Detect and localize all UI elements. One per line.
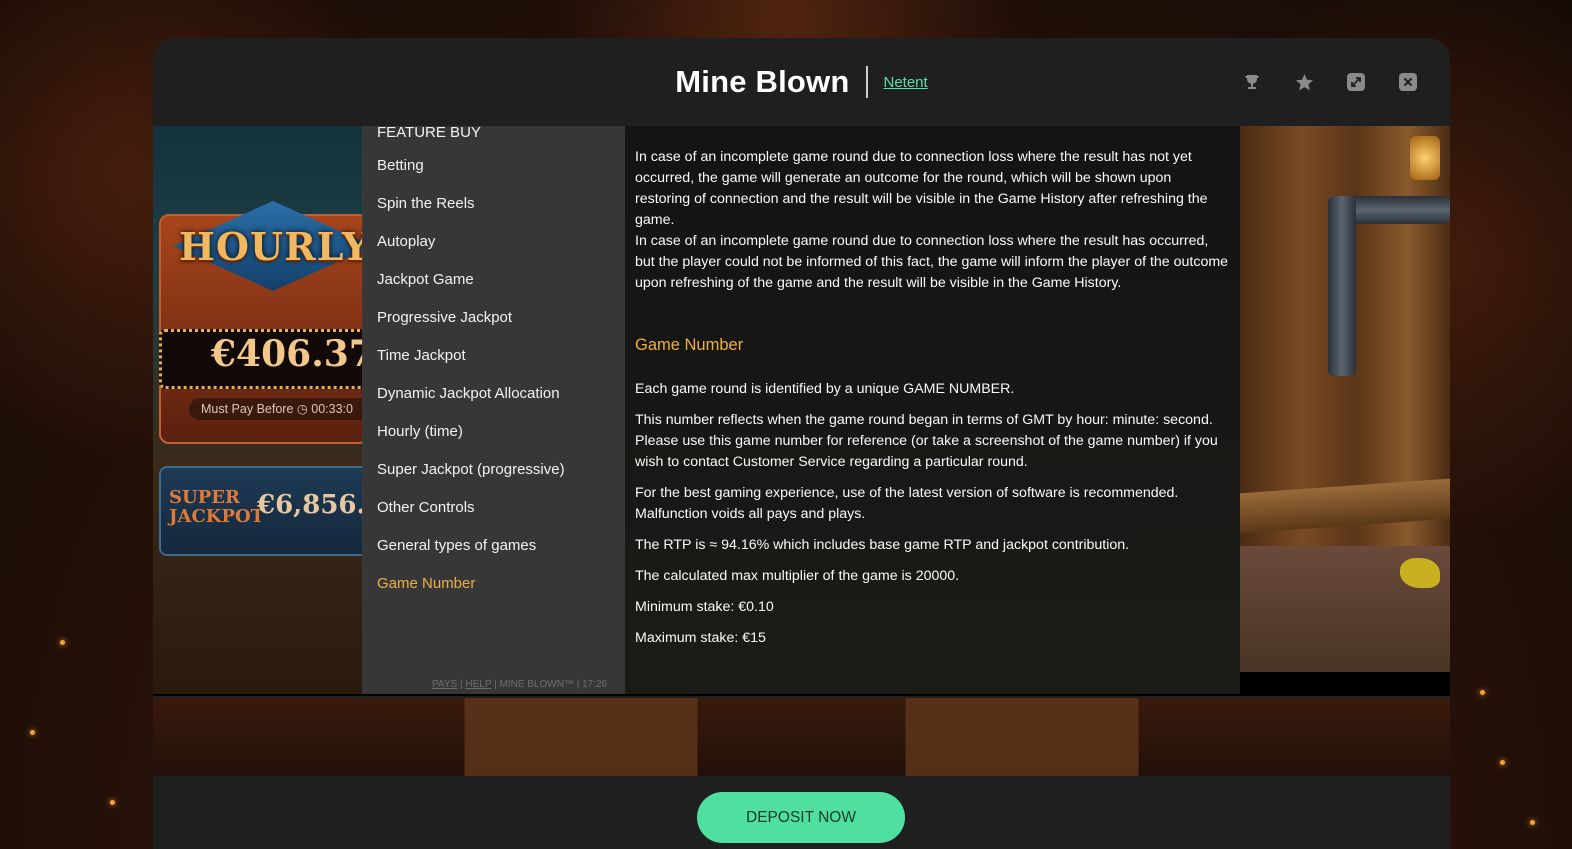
menu-item-progressive-jackpot[interactable]: Progressive Jackpot [362,299,625,337]
min-stake-text: Minimum stake: €0.10 [635,599,774,615]
game-number-text: Each game round is identified by a uniqu… [635,381,1015,397]
menu-item-autoplay[interactable]: Autoplay [362,223,625,261]
menu-item-game-number[interactable]: Game Number [362,565,625,603]
incomplete-round-text-2: In case of an incomplete game round due … [635,233,1229,291]
menu-item-time-jackpot[interactable]: Time Jackpot [362,337,625,375]
help-menu: FEATURE BUY Betting Spin the Reels Autop… [362,125,625,694]
ember-decoration [1500,760,1505,765]
ember-decoration [110,800,115,805]
pipe-decoration [1328,196,1356,376]
menu-footer: PAYS | HELP | MINE BLOWN™ | 17:26 [432,679,608,690]
game-bottom-strip [153,694,1450,696]
hourly-label: HOURLY [179,224,363,269]
hourly-amount: €406.37 [211,333,363,375]
super-label-line1: SUPER [169,487,240,508]
menu-item-jackpot-game[interactable]: Jackpot Game [362,261,625,299]
menu-item-dynamic-jackpot-allocation[interactable]: Dynamic Jackpot Allocation [362,375,625,413]
plank-decoration [1240,478,1450,534]
max-stake-text: Maximum stake: €15 [635,630,766,646]
menu-item-betting[interactable]: Betting [362,147,625,185]
ember-decoration [30,730,35,735]
gmt-text: This number reflects when the game round… [635,412,1218,470]
super-jackpot-label: SUPER JACKPOT [169,488,264,526]
menu-item-super-jackpot[interactable]: Super Jackpot (progressive) [362,451,625,489]
deposit-now-button[interactable]: DEPOSIT NOW [697,792,905,843]
menu-item-spin-the-reels[interactable]: Spin the Reels [362,185,625,223]
section-heading: Game Number [635,336,744,354]
clock: 17:26 [582,679,608,690]
game-art-left: HOURLY €406.37 Must Pay Before ◷ 00:33:0… [153,126,363,694]
incomplete-round-text-1: In case of an incomplete game round due … [635,149,1208,228]
super-label-line2: JACKPOT [169,506,265,527]
pays-link[interactable]: PAYS [432,679,457,690]
rtp-text: The RTP is ≈ 94.16% which includes base … [635,537,1130,553]
star-icon[interactable] [1294,72,1314,92]
background-crates [153,698,1450,776]
lantern-icon [1410,136,1440,180]
game-art-right [1240,126,1450,672]
menu-item-general-types[interactable]: General types of games [362,527,625,565]
header-actions [1242,72,1418,92]
must-pay-timer: Must Pay Before ◷ 00:33:0 [189,398,363,420]
game-modal: Mine Blown Netent HOURLY €406.37 Must Pa… [153,38,1450,698]
modal-header: Mine Blown Netent [153,38,1450,126]
ember-decoration [1530,820,1535,825]
menu-item-hourly-time[interactable]: Hourly (time) [362,413,625,451]
super-jackpot-amount: €6,856.2 [257,490,363,520]
menu-item-feature-buy[interactable]: FEATURE BUY [362,125,625,141]
menu-item-other-controls[interactable]: Other Controls [362,489,625,527]
bottom-bar: DEPOSIT NOW [153,776,1450,849]
game-name-footer: MINE BLOWN™ [499,679,574,690]
game-frame[interactable]: HOURLY €406.37 Must Pay Before ◷ 00:33:0… [153,125,1450,696]
help-link[interactable]: HELP [465,679,491,690]
game-title: Mine Blown [675,64,850,99]
software-text: For the best gaming experience, use of t… [635,485,1179,522]
ember-decoration [1480,690,1485,695]
max-multiplier-text: The calculated max multiplier of the gam… [635,568,960,584]
close-icon[interactable] [1398,72,1418,92]
ember-decoration [60,640,65,645]
expand-icon[interactable] [1346,72,1366,92]
provider-link[interactable]: Netent [884,74,928,91]
title-divider [865,66,868,98]
help-content[interactable]: In case of an incomplete game round due … [625,126,1240,694]
gold-nugget-icon [1400,558,1440,588]
trophy-icon[interactable] [1242,72,1262,92]
